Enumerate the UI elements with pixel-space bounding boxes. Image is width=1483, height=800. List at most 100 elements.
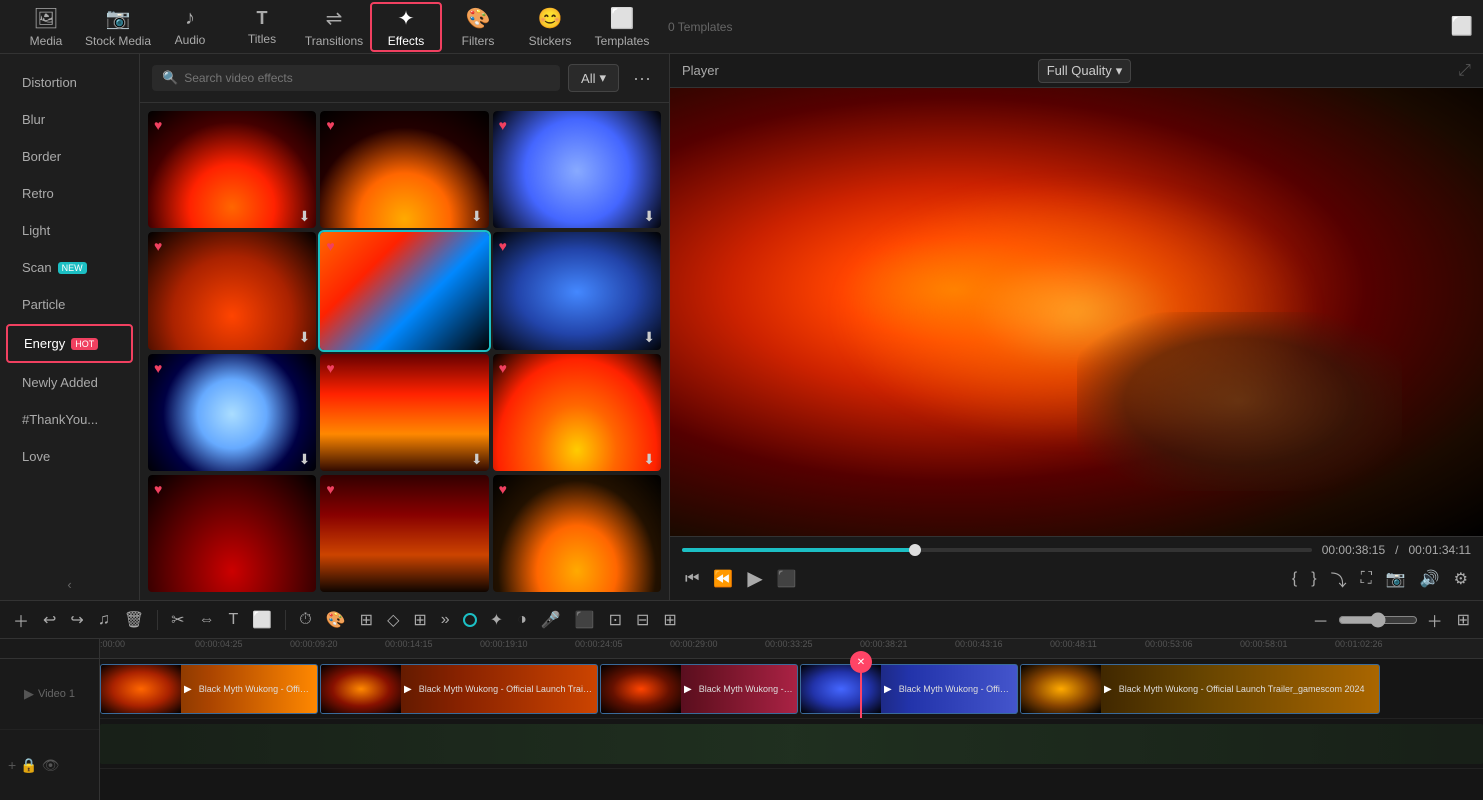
toolbar-media[interactable]: 🖼 Media	[10, 2, 82, 52]
sidebar-item-love[interactable]: Love	[6, 439, 133, 474]
expand-icon[interactable]: ⤢	[1458, 62, 1471, 80]
sidebar-item-light[interactable]: Light	[6, 213, 133, 248]
video-segment-2[interactable]: ▶ Black Myth Wukong - Official Launch Tr…	[320, 664, 598, 714]
effect-card-v12[interactable]: ♥	[493, 475, 661, 592]
progress-fill	[682, 548, 921, 552]
effect-card-fire-particle-06[interactable]: ♥ ⬇ Fire Particle Effect Overlay 06	[493, 354, 661, 471]
video-segment-5[interactable]: ▶ Black Myth Wukong - Official Launch Tr…	[1020, 664, 1380, 714]
download-icon-8[interactable]: ⬇	[471, 451, 483, 468]
effect-card-special-fx-09[interactable]: ♥ ⬇ Special FX Motion Overlay 09	[493, 232, 661, 349]
scan-label: Scan	[22, 260, 52, 275]
speed2-button[interactable]: ⊞	[658, 607, 681, 633]
toolbar-templates[interactable]: ⬜ Templates	[586, 2, 658, 52]
toolbar-audio[interactable]: ♪ Audio	[154, 2, 226, 52]
undo-button[interactable]: ↩	[38, 607, 61, 633]
retro-label: Retro	[22, 186, 54, 201]
snapshot-button[interactable]: 📷	[1383, 566, 1409, 592]
step-back-button[interactable]: ⏮	[682, 567, 702, 591]
volume-button[interactable]: 🔊	[1417, 566, 1443, 592]
toolbar-stickers[interactable]: 😊 Stickers	[514, 2, 586, 52]
zoom-out-button[interactable]: －	[1308, 605, 1334, 635]
track-composite-button[interactable]: ⊟	[631, 607, 654, 633]
transition-button[interactable]: ⊞	[355, 607, 378, 633]
progress-bar[interactable]	[682, 548, 1312, 552]
razor-button[interactable]: ✂	[166, 607, 189, 633]
quality-selector[interactable]: Full Quality ▾	[1038, 59, 1132, 83]
filter-button[interactable]: All ▾	[568, 64, 619, 92]
sidebar-item-blur[interactable]: Blur	[6, 102, 133, 137]
download-icon-3[interactable]: ⬇	[643, 208, 655, 225]
toolbar-effects[interactable]: ✦ Effects	[370, 2, 442, 52]
effect-card-energy-elemental-03-169[interactable]: ♥ ⬇ Energy Elemental 03 16-9	[493, 111, 661, 228]
more-options-button[interactable]: ···	[627, 66, 657, 91]
sidebar-item-border[interactable]: Border	[6, 139, 133, 174]
stop-button[interactable]: ⬛	[774, 566, 800, 592]
effect-card-fire-scanning-up[interactable]: ♥ Fire Scanning Up	[320, 232, 488, 349]
effect-card-energy-elemental-05-169[interactable]: ♥ ⬇ Energy Elemental 05 16-9	[148, 232, 316, 349]
sidebar-item-thankyou[interactable]: #ThankYou...	[6, 402, 133, 437]
redo-button[interactable]: ↪	[65, 607, 88, 633]
delete-button[interactable]: 🗑	[119, 607, 149, 633]
effect-card-game-premium-01[interactable]: ♥ ⬇ Game Premium Overlay 01	[320, 354, 488, 471]
download-icon-6[interactable]: ⬇	[643, 329, 655, 346]
toolbar-stock-media[interactable]: 📷 Stock Media	[82, 2, 154, 52]
mark-in-button[interactable]: {	[1289, 567, 1300, 591]
search-box[interactable]: 🔍	[152, 65, 560, 91]
color-match-button[interactable]: 🎨	[321, 607, 351, 633]
fullscreen-button[interactable]: ⛶	[1358, 567, 1375, 591]
speed-button[interactable]: ⏱	[294, 608, 316, 632]
crop-button[interactable]: ⬜	[247, 607, 277, 633]
effect-card-energy-elemental-02-916[interactable]: ♥ ⬇ Energy Elemental 02 9-16	[320, 111, 488, 228]
motion-button[interactable]: ✦	[485, 607, 508, 633]
more-tl-button[interactable]: »	[436, 608, 455, 632]
grid-view-button[interactable]: ⊞	[1452, 607, 1475, 633]
effect-card-v11[interactable]: ♥	[320, 475, 488, 592]
keyframe-button[interactable]: ◇	[382, 607, 404, 633]
effect-card-v10[interactable]: ♥	[148, 475, 316, 592]
sidebar-item-newly-added[interactable]: Newly Added	[6, 365, 133, 400]
mask-button[interactable]: ◑	[512, 608, 532, 632]
mark-out-button[interactable]: }	[1308, 567, 1319, 591]
mic-button[interactable]: 🎤	[536, 607, 566, 633]
search-input[interactable]	[184, 71, 550, 85]
toolbar-transitions[interactable]: ⇌ Transitions	[298, 2, 370, 52]
media-comp-button[interactable]: ⊡	[604, 607, 627, 633]
download-icon-9[interactable]: ⬇	[643, 451, 655, 468]
video-segment-4[interactable]: ▶ Black Myth Wukong - Official Launch Tr…	[800, 664, 1018, 714]
audio-track-button[interactable]: ♫	[93, 608, 115, 632]
download-icon-7[interactable]: ⬇	[299, 451, 311, 468]
subtitle-button[interactable]: ⬛	[570, 607, 600, 633]
sidebar-item-retro[interactable]: Retro	[6, 176, 133, 211]
effect-card-energy-elemental-02-169[interactable]: ♥ ⬇ Energy Elemental 02 16-9	[148, 111, 316, 228]
zoom-slider[interactable]	[1338, 612, 1418, 628]
text-button[interactable]: T	[224, 608, 244, 632]
playhead-marker[interactable]: ✕	[850, 651, 872, 673]
titles-label: Titles	[248, 32, 276, 46]
zoom-in-button[interactable]: ＋	[1422, 605, 1448, 635]
download-icon-4[interactable]: ⬇	[299, 329, 311, 346]
segment-label-5: Black Myth Wukong - Official Launch Trai…	[1115, 684, 1369, 694]
download-icon-1[interactable]: ⬇	[299, 208, 311, 225]
frame-back-button[interactable]: ⏪	[710, 566, 736, 592]
insert-button[interactable]: ⤵	[1328, 564, 1350, 594]
sidebar-item-scan[interactable]: Scan NEW	[6, 250, 133, 285]
sidebar-item-energy[interactable]: Energy HOT	[6, 324, 133, 363]
sidebar-item-distortion[interactable]: Distortion	[6, 65, 133, 100]
settings-button[interactable]: ⚙	[1451, 566, 1471, 592]
video-segment-3[interactable]: ▶ Black Myth Wukong - Official...	[600, 664, 798, 714]
track-lock-button[interactable]: 🔒	[20, 757, 37, 774]
track-eye-button[interactable]: 👁	[42, 757, 60, 774]
toolbar-filters[interactable]: 🎨 Filters	[442, 2, 514, 52]
ripple-button[interactable]: ⇔	[194, 608, 220, 632]
expand-button[interactable]: ⊞	[408, 607, 431, 633]
add-track-button[interactable]: ＋	[8, 605, 34, 635]
effect-card-special-fx-01[interactable]: ♥ ⬇ Special FX Motion Overlay 01	[148, 354, 316, 471]
play-button[interactable]: ▶	[744, 563, 765, 594]
download-icon-2[interactable]: ⬇	[471, 208, 483, 225]
video-segment-1[interactable]: ▶ Black Myth Wukong - Offici...	[100, 664, 318, 714]
sidebar-item-particle[interactable]: Particle	[6, 287, 133, 322]
toolbar-titles[interactable]: T Titles	[226, 2, 298, 52]
progress-thumb[interactable]	[909, 544, 921, 556]
track-add-button[interactable]: +	[8, 757, 16, 773]
sidebar-collapse-button[interactable]: ‹	[0, 569, 139, 600]
